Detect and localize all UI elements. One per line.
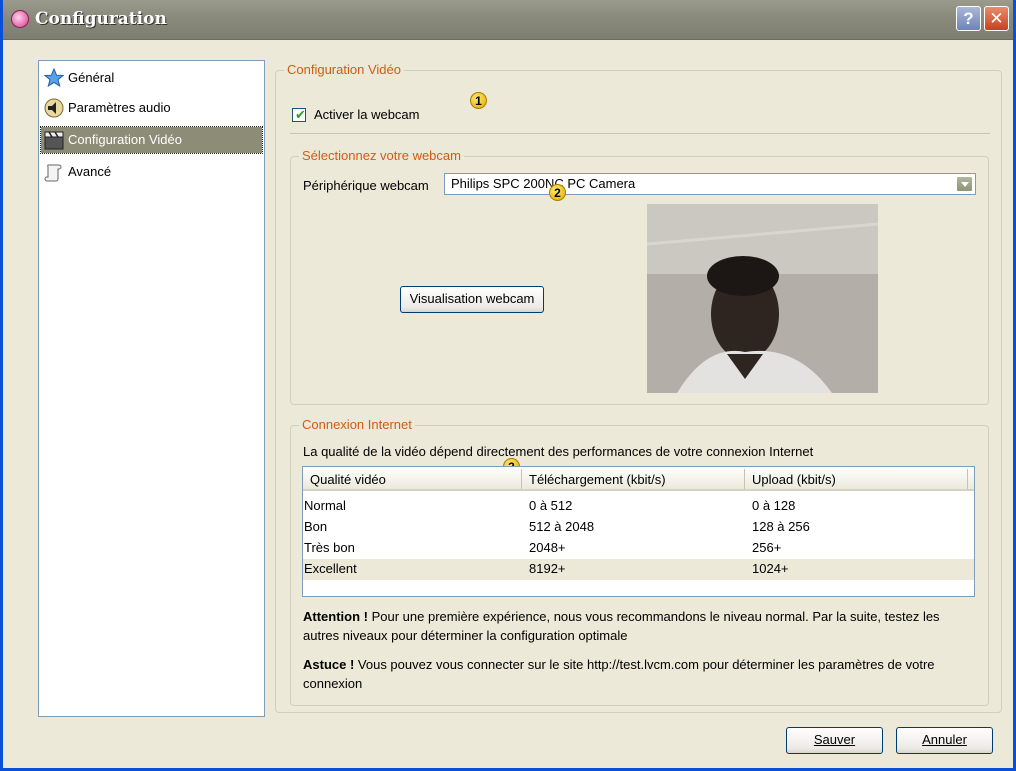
- cancel-label: Annuler: [922, 732, 967, 747]
- device-label: Périphérique webcam: [303, 178, 429, 193]
- column-header-download[interactable]: Téléchargement (kbit/s): [529, 472, 666, 487]
- table-header: Qualité vidéo Téléchargement (kbit/s) Up…: [303, 467, 974, 491]
- sidebar-item-general[interactable]: Général: [41, 65, 262, 91]
- save-label: Sauver: [813, 732, 856, 747]
- window-title: Configuration: [35, 9, 167, 29]
- sidebar-item-label: Paramètres audio: [68, 100, 171, 115]
- cancel-button[interactable]: Annuler: [896, 727, 993, 754]
- enable-webcam-label: Activer la webcam: [314, 107, 420, 122]
- sidebar-item-audio[interactable]: Paramètres audio: [41, 95, 262, 121]
- cell-download: 2048+: [529, 540, 566, 555]
- group-title: Connexion Internet: [299, 417, 415, 432]
- cell-upload: 128 à 256: [752, 519, 810, 534]
- annotation-badge-2: 2: [549, 184, 566, 201]
- configuration-window: Configuration ? ✕ Général Paramètres aud…: [0, 0, 1016, 771]
- chevron-down-icon[interactable]: [956, 176, 973, 192]
- device-value: Philips SPC 200NC PC Camera: [451, 176, 636, 191]
- title-bar[interactable]: Configuration ? ✕: [3, 0, 1013, 40]
- cell-quality: Très bon: [304, 540, 355, 555]
- webcam-device-select[interactable]: Philips SPC 200NC PC Camera: [444, 173, 976, 195]
- webcam-preview-button[interactable]: Visualisation webcam: [400, 286, 544, 313]
- clapperboard-icon: [44, 131, 64, 150]
- quality-intro-text: La qualité de la vidéo dépend directemen…: [303, 444, 814, 459]
- sidebar-item-label: Configuration Vidéo: [68, 132, 182, 147]
- table-row[interactable]: Normal 0 à 512 0 à 128: [303, 496, 974, 517]
- sidebar-item-advanced[interactable]: Avancé: [41, 159, 262, 185]
- cell-upload: 0 à 128: [752, 498, 796, 513]
- table-row[interactable]: Très bon 2048+ 256+: [303, 538, 974, 559]
- table-row[interactable]: Bon 512 à 2048 128 à 256: [303, 517, 974, 538]
- webcam-preview-image: [647, 204, 878, 393]
- tip-text: Vous pouvez vous connecter sur le site h…: [303, 657, 935, 691]
- column-separator[interactable]: [744, 469, 745, 489]
- column-separator[interactable]: [967, 469, 968, 489]
- sidebar-item-label: Avancé: [68, 164, 112, 179]
- attention-text: Pour une première expérience, nous vous …: [303, 609, 940, 643]
- divider: [290, 133, 990, 134]
- annotation-badge-1: 1: [470, 92, 487, 109]
- cell-quality: Normal: [304, 498, 346, 513]
- attention-title: Attention !: [303, 609, 368, 624]
- column-separator[interactable]: [521, 469, 522, 489]
- cell-download: 0 à 512: [529, 498, 573, 513]
- cell-upload: 256+: [752, 540, 782, 555]
- group-title: Sélectionnez votre webcam: [299, 148, 464, 163]
- close-button[interactable]: ✕: [984, 6, 1009, 31]
- table-row-selected[interactable]: Excellent 8192+ 1024+: [303, 559, 974, 580]
- group-title: Configuration Vidéo: [284, 62, 404, 77]
- sidebar-item-label: Général: [68, 70, 115, 85]
- star-icon: [44, 68, 64, 88]
- tip-note: Astuce ! Vous pouvez vous connecter sur …: [303, 655, 975, 693]
- tip-title: Astuce !: [303, 657, 355, 672]
- speaker-icon: [44, 98, 64, 118]
- enable-webcam-checkbox[interactable]: ✔: [292, 107, 306, 122]
- scroll-icon: [44, 164, 62, 182]
- cell-quality: Bon: [304, 519, 328, 534]
- quality-table[interactable]: Qualité vidéo Téléchargement (kbit/s) Up…: [302, 466, 975, 597]
- check-icon: ✔: [295, 107, 306, 122]
- cell-download: 8192+: [529, 561, 566, 576]
- save-button[interactable]: Sauver: [786, 727, 883, 754]
- sidebar-item-video[interactable]: Configuration Vidéo: [40, 126, 263, 154]
- column-header-quality[interactable]: Qualité vidéo: [310, 472, 386, 487]
- webcam-person-image: [647, 204, 878, 393]
- cell-quality: Excellent: [304, 561, 357, 576]
- cell-upload: 1024+: [752, 561, 789, 576]
- attention-note: Attention ! Pour une première expérience…: [303, 607, 975, 645]
- help-button[interactable]: ?: [956, 6, 981, 31]
- cell-download: 512 à 2048: [529, 519, 595, 534]
- sidebar: Général Paramètres audio Configuration V…: [38, 60, 265, 717]
- app-icon: [11, 10, 29, 28]
- column-header-upload[interactable]: Upload (kbit/s): [752, 472, 836, 487]
